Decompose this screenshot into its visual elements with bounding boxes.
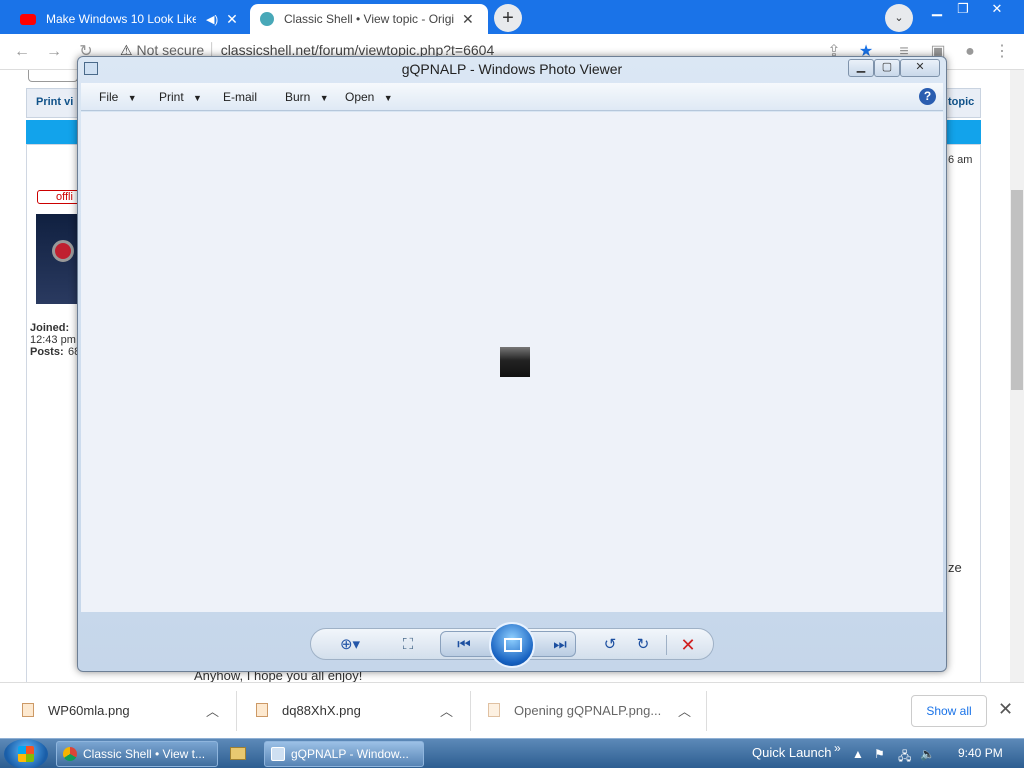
pv-minimize-button[interactable]: ▁ [848,59,874,77]
tab-youtube[interactable]: Make Windows 10 Look Like ◀) ✕ [10,4,250,34]
taskbar-button-chrome[interactable]: Classic Shell • View t... [56,741,218,767]
divider [666,635,667,655]
chevron-up-icon[interactable]: ︿ [678,701,691,720]
divider [236,691,237,731]
divider [706,691,707,731]
joined-label: Joined: [30,322,70,334]
chevron-down-icon: ▼ [383,93,393,103]
tab-search-button[interactable]: ⌄ [885,4,913,32]
download-item[interactable]: Opening gQPNALP.png... [514,703,661,718]
avatar-eye-icon [52,240,74,262]
help-icon[interactable]: ? [919,88,936,105]
topic-link[interactable]: topic [948,96,974,108]
pv-close-button[interactable]: ✕ [900,59,940,77]
tab-classic-shell[interactable]: Classic Shell • View topic - Origin ✕ [250,4,488,34]
speaker-icon[interactable]: ◀) [206,13,218,26]
quick-launch-label[interactable]: Quick Launch [752,745,832,760]
youtube-icon [20,13,36,25]
image-file-icon [488,703,500,717]
chevron-right-icon[interactable]: » [834,741,841,755]
download-item[interactable]: dq88XhX.png [282,703,361,718]
chrome-icon [63,747,77,761]
pv-maximize-button[interactable]: ▢ [874,59,900,77]
taskbar-button-photo-viewer[interactable]: gQPNALP - Window... [264,741,424,767]
forward-icon[interactable]: → [44,42,64,62]
menu-bar: File ▼ Print ▼ E-mail Burn ▼ Open ▼ ? [81,83,943,111]
show-all-button[interactable]: Show all [911,695,987,727]
photo-viewer-window: gQPNALP - Windows Photo Viewer ▁ ▢ ✕ Fil… [77,56,947,672]
avatar [36,214,80,304]
slideshow-icon [504,638,522,652]
page-button[interactable] [28,70,78,82]
previous-icon[interactable]: ⏮ [452,635,476,655]
chevron-down-icon: ▼ [319,93,329,103]
posts-label: Posts: [30,346,64,358]
next-icon[interactable]: ⏭ [548,635,572,655]
restore-button[interactable]: ❐ [946,0,980,20]
back-icon[interactable]: ← [12,42,32,62]
displayed-image [500,347,530,377]
volume-icon[interactable]: 🔈 [920,747,935,761]
image-file-icon [22,703,34,717]
taskbar-label: gQPNALP - Window... [291,747,409,761]
post-text-fragment: ze [948,560,962,575]
menu-file[interactable]: File ▼ [99,83,137,111]
offline-badge: offli [37,190,81,204]
zoom-icon[interactable]: ⊕▾ [338,635,362,655]
clock[interactable]: 9:40 PM [958,746,1003,760]
print-view-link[interactable]: Print vi [36,96,73,108]
chevron-down-icon: ▼ [127,93,137,103]
menu-open[interactable]: Open ▼ [345,83,393,111]
joined-time: 12:43 pm [30,334,76,346]
chevron-up-icon[interactable]: ︿ [206,701,219,720]
tab-strip: Make Windows 10 Look Like ◀) ✕ Classic S… [0,0,1024,34]
menu-email[interactable]: E-mail [223,83,257,111]
taskbar-label: Classic Shell • View t... [83,747,206,761]
delete-icon[interactable]: ✕ [676,635,700,655]
close-tab-icon[interactable]: ✕ [226,11,238,28]
chevron-up-icon[interactable]: ︿ [440,701,453,720]
close-tab-icon[interactable]: ✕ [462,11,474,28]
downloads-bar: WP60mla.png ︿ dq88XhX.png ︿ Opening gQPN… [0,682,1024,738]
window-title: gQPNALP - Windows Photo Viewer [401,61,623,77]
actual-size-icon[interactable]: ⛶ [396,635,420,655]
download-item[interactable]: WP60mla.png [48,703,130,718]
photo-viewer-icon [271,747,285,761]
divider [470,691,471,731]
tray-expand-icon[interactable]: ▲ [852,747,864,761]
scrollbar-thumb[interactable] [1011,190,1023,390]
slideshow-button[interactable] [489,622,535,668]
post-time: 6 am [948,154,973,166]
new-tab-button[interactable]: + [494,4,522,32]
start-button[interactable] [4,739,48,768]
classicshell-icon [260,12,274,26]
close-button[interactable]: ✕ [980,0,1014,20]
tab-title: Classic Shell • View topic - Origin [284,12,454,26]
network-icon[interactable]: 🖧 [898,747,911,768]
rotate-left-icon[interactable]: ↺ [598,635,622,655]
close-downloads-icon[interactable]: ✕ [998,699,1013,720]
image-file-icon [256,703,268,717]
menu-burn[interactable]: Burn ▼ [285,83,329,111]
menu-icon[interactable]: ⋮ [992,42,1012,62]
menu-print[interactable]: Print ▼ [159,83,202,111]
tab-title: Make Windows 10 Look Like [46,12,196,26]
profile-icon[interactable]: ● [960,42,980,62]
explorer-icon[interactable] [228,745,248,763]
rotate-right-icon[interactable]: ↻ [631,635,655,655]
taskbar: Classic Shell • View t... gQPNALP - Wind… [0,738,1024,768]
windows-logo-icon [18,746,34,762]
chevron-down-icon: ▼ [193,93,202,103]
image-canvas [81,112,943,612]
action-center-icon[interactable]: ⚑ [874,747,885,761]
